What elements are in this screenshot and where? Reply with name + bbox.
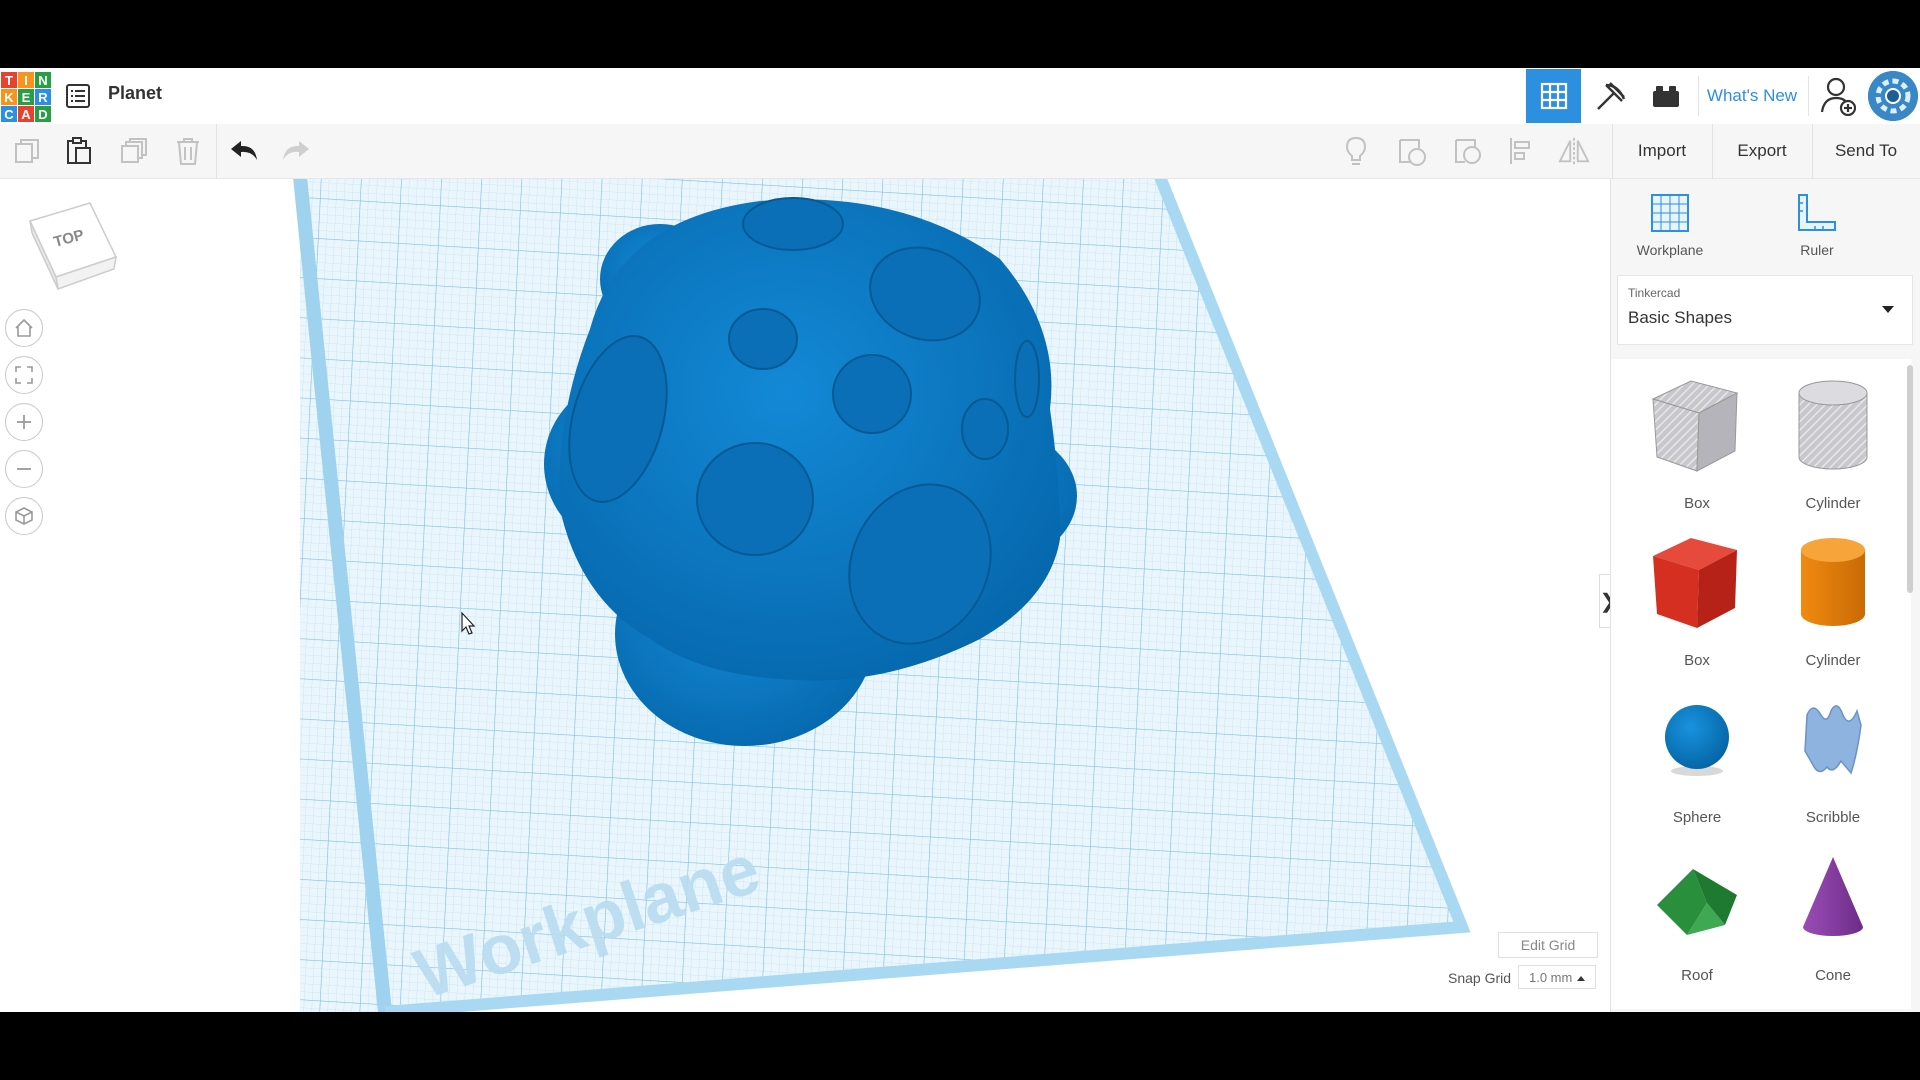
undo-icon[interactable] (228, 135, 260, 167)
logo-letter: D (35, 106, 51, 122)
cone-icon (1803, 857, 1863, 936)
logo-letter: N (35, 72, 51, 88)
shape-item-box[interactable]: Box (1637, 528, 1757, 669)
duplicate-icon[interactable] (118, 135, 150, 167)
toolbar-divider (1812, 124, 1813, 178)
shape-label: Cylinder (1805, 495, 1861, 512)
toolbar-divider (1612, 124, 1613, 178)
ungroup-icon[interactable] (1452, 135, 1484, 167)
scribble-icon (1804, 705, 1862, 775)
fit-view-icon[interactable] (5, 356, 43, 394)
box-icon (1653, 538, 1737, 628)
shape-label: Cylinder (1805, 652, 1861, 669)
logo-letter: R (35, 89, 51, 105)
shape-item-scribble[interactable]: Scribble (1773, 685, 1893, 826)
import-button[interactable]: Import (1614, 132, 1710, 170)
ruler-tool[interactable]: Ruler (1772, 193, 1862, 258)
minecraft-pickaxe-icon[interactable] (1584, 69, 1638, 123)
3d-design-grid-icon[interactable] (1526, 69, 1581, 123)
mirror-icon[interactable] (1558, 135, 1590, 167)
sphere-icon (1665, 705, 1729, 776)
library-name: Basic Shapes (1628, 308, 1732, 327)
add-user-icon[interactable] (1812, 69, 1864, 123)
shapes-panel: Workplane Ruler Tinkercad Basic Shapes B… (1610, 179, 1920, 1012)
library-source: Tinkercad (1628, 286, 1681, 300)
shape-item-roof[interactable]: Roof (1637, 843, 1757, 984)
trash-icon[interactable] (172, 135, 204, 167)
shape-item-cone[interactable]: Cone (1773, 843, 1893, 984)
workplane-icon (1651, 194, 1689, 232)
redo-icon[interactable] (280, 135, 312, 167)
shape-label: Roof (1681, 967, 1713, 984)
zoom-in-icon[interactable] (5, 403, 43, 441)
roof-icon (1657, 869, 1737, 935)
toolbar-divider (1712, 124, 1713, 178)
ruler-label: Ruler (1800, 242, 1834, 258)
logo-letter: T (1, 72, 17, 88)
box-hole-icon (1651, 380, 1739, 472)
shape-label: Scribble (1805, 809, 1861, 826)
zoom-out-icon[interactable] (5, 450, 43, 488)
edit-grid-button[interactable]: Edit Grid (1498, 932, 1598, 958)
lego-bricks-icon[interactable] (1638, 69, 1694, 123)
home-view-icon[interactable] (5, 309, 43, 347)
shape-item-cylinder[interactable]: Cylinder (1773, 528, 1893, 669)
export-button[interactable]: Export (1714, 132, 1810, 170)
shape-item-cylinder-hole[interactable]: Cylinder (1773, 371, 1893, 512)
top-header: T I N K E R C A D Planet What's New (0, 68, 1920, 125)
panel-scrollbar[interactable] (1907, 365, 1913, 593)
shape-library-select[interactable]: Tinkercad Basic Shapes (1617, 275, 1913, 345)
logo-letter: K (1, 89, 17, 105)
cylinder-icon (1801, 538, 1865, 626)
snap-grid-select[interactable]: 1.0 mm (1518, 965, 1596, 989)
toolbar-divider (216, 124, 217, 178)
design-title[interactable]: Planet (108, 83, 162, 104)
shape-label: Sphere (1672, 809, 1722, 826)
header-divider (1698, 76, 1699, 116)
shape-label: Box (1684, 652, 1710, 669)
logo-letter: I (18, 72, 34, 88)
shape-item-sphere[interactable]: Sphere (1637, 685, 1757, 826)
paste-icon[interactable] (63, 135, 95, 167)
workplane-tool[interactable]: Workplane (1625, 193, 1715, 258)
snap-grid-value: 1.0 mm (1529, 969, 1573, 985)
whats-new-link[interactable]: What's New (1700, 69, 1804, 123)
logo-letter: E (18, 89, 34, 105)
workplane-scene[interactable]: Workplane (0, 179, 1610, 1012)
logo-letter: A (18, 106, 34, 122)
lightbulb-icon[interactable] (1340, 135, 1372, 167)
send-to-button[interactable]: Send To (1814, 132, 1918, 170)
user-avatar[interactable] (1868, 71, 1918, 121)
shape-item-box-hole[interactable]: Box (1637, 371, 1757, 512)
shape-label: Cone (1815, 967, 1851, 984)
logo-letter: C (1, 106, 17, 122)
workplane-label: Workplane (1636, 242, 1704, 258)
ruler-icon (1798, 194, 1836, 231)
tinkercad-logo[interactable]: T I N K E R C A D (1, 72, 51, 122)
shape-grid: Box Cylinder Box Cylinder Sphere Scribbl… (1611, 359, 1911, 1009)
group-icon[interactable] (1396, 135, 1428, 167)
align-icon[interactable] (1506, 135, 1538, 167)
shape-label: Box (1684, 495, 1710, 512)
design-list-icon[interactable] (66, 84, 90, 108)
copy-icon[interactable] (11, 135, 43, 167)
cylinder-hole-icon (1798, 380, 1868, 470)
tinkercad-app: T I N K E R C A D Planet What's New Impo… (0, 68, 1920, 1012)
chevron-up-icon (1577, 976, 1585, 981)
snap-grid-label: Snap Grid (1448, 970, 1512, 986)
caret-down-icon (1882, 306, 1894, 313)
header-divider (1808, 76, 1809, 116)
view-cube[interactable]: TOP (28, 199, 118, 296)
3d-viewport[interactable]: Workplane TOP Edit Grid Snap Grid 1.0 mm (0, 179, 1610, 1012)
edit-toolbar: Import Export Send To (0, 124, 1920, 179)
perspective-icon[interactable] (5, 497, 43, 535)
